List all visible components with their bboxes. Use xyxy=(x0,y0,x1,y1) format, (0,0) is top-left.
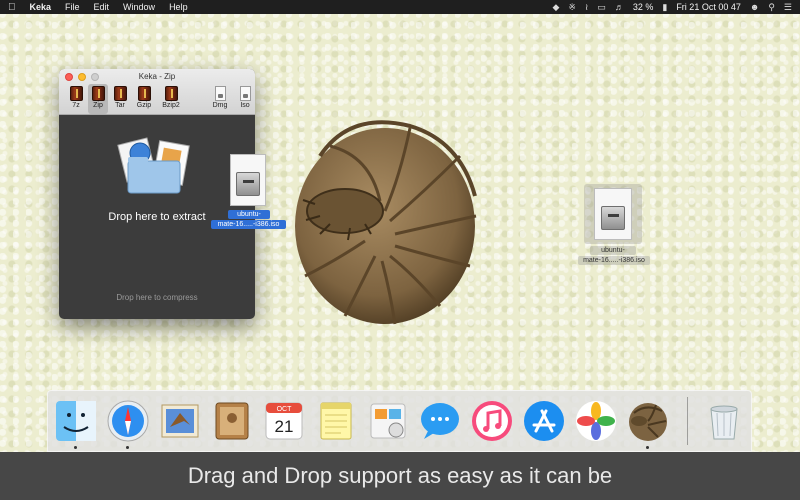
disk-image-icon xyxy=(239,86,251,101)
format-zip-button[interactable]: Zip xyxy=(88,84,108,114)
finder-icon xyxy=(56,401,96,441)
photos-icon xyxy=(576,401,616,441)
dock-app-store[interactable] xyxy=(522,399,566,443)
archive-box-icon xyxy=(69,86,83,101)
dock-safari[interactable] xyxy=(106,399,150,449)
format-toolbar: 7z Zip Tar Gzip Bzip2 Dmg Iso xyxy=(64,84,251,114)
trash-icon xyxy=(710,405,738,440)
archive-box-icon xyxy=(137,86,151,101)
dock-itunes[interactable] xyxy=(470,399,514,443)
dropbox-icon[interactable]: ◆ xyxy=(552,2,559,13)
mail-icon xyxy=(161,404,199,438)
menu-keka[interactable]: Keka xyxy=(30,2,52,12)
dock-trash[interactable] xyxy=(702,399,746,443)
format-iso-button[interactable]: Iso xyxy=(235,84,255,114)
running-indicator xyxy=(74,446,77,449)
dock-separator xyxy=(687,397,688,445)
keka-mascot-icon xyxy=(295,120,477,325)
notification-center-icon[interactable]: ☰ xyxy=(784,2,792,13)
format-tar-button[interactable]: Tar xyxy=(110,84,130,114)
dock-reminders[interactable] xyxy=(366,399,410,443)
menu-edit[interactable]: Edit xyxy=(94,2,110,12)
messages-icon xyxy=(421,403,459,439)
calendar-icon: OCT 21 xyxy=(265,402,303,440)
archive-box-icon xyxy=(91,86,105,101)
desktop-iso-file[interactable]: ubuntu- mate-16.....-i386.iso xyxy=(578,182,650,266)
format-7z-button[interactable]: 7z xyxy=(66,84,86,114)
battery-percent: 32 % xyxy=(632,2,654,12)
running-indicator xyxy=(646,446,649,449)
wifi-icon[interactable]: ≀ xyxy=(585,2,588,13)
bluetooth-icon[interactable]: ※ xyxy=(568,2,576,13)
caption-banner: Drag and Drop support as easy as it can … xyxy=(0,452,800,500)
menu-window[interactable]: Window xyxy=(123,2,155,12)
desktop-file-label-line1: ubuntu- xyxy=(590,246,636,255)
calendar-day: 21 xyxy=(275,417,294,436)
disk-image-icon xyxy=(601,206,625,230)
dragged-file-label-line2: mate-16.....-i386.iso xyxy=(211,220,286,229)
window-title: Keka - Zip xyxy=(138,72,176,81)
notes-icon xyxy=(320,402,352,440)
desktop-file-label-line2: mate-16.....-i386.iso xyxy=(578,256,650,265)
apple-menu-icon[interactable]:  xyxy=(8,2,16,13)
archive-box-icon xyxy=(113,86,127,101)
format-gzip-button[interactable]: Gzip xyxy=(134,84,154,114)
menu-file[interactable]: File xyxy=(65,2,80,12)
volume-icon[interactable]: ♬ xyxy=(615,2,624,12)
running-indicator xyxy=(126,446,129,449)
menu-bar:  Keka File Edit Window Help ◆ ※ ≀ ▭ ♬ 3… xyxy=(0,0,800,14)
safari-icon xyxy=(107,400,149,442)
dock: OCT 21 xyxy=(47,390,752,452)
menu-help[interactable]: Help xyxy=(169,2,188,12)
compress-drop-zone[interactable]: Drop here to compress xyxy=(59,293,255,302)
dock-mail[interactable] xyxy=(158,399,202,443)
disk-image-icon xyxy=(236,172,260,196)
contacts-icon xyxy=(215,402,249,440)
reminders-icon xyxy=(370,403,406,439)
dock-calendar[interactable]: OCT 21 xyxy=(262,399,306,443)
format-dmg-button[interactable]: Dmg xyxy=(210,84,230,114)
dock-keka[interactable] xyxy=(626,399,670,449)
dock-messages[interactable] xyxy=(418,399,462,443)
clock[interactable]: Fri 21 Oct 00 47 xyxy=(676,2,741,12)
disk-image-icon xyxy=(214,86,226,101)
dragged-file-label-line1: ubuntu- xyxy=(228,210,270,219)
dock-notes[interactable] xyxy=(314,399,358,443)
dragged-iso-file[interactable]: ubuntu- mate-16.....-i386.iso xyxy=(211,154,288,232)
extract-files-icon xyxy=(117,137,190,194)
window-titlebar[interactable]: Keka - Zip 7z Zip Tar Gzip Bzip2 Dmg Iso xyxy=(59,69,255,115)
airplay-icon[interactable]: ▭ xyxy=(597,2,606,13)
battery-icon[interactable]: ▮ xyxy=(662,2,667,13)
itunes-icon xyxy=(472,401,512,441)
archive-box-icon xyxy=(164,86,178,101)
spotlight-search-icon[interactable]: ⚲ xyxy=(768,2,775,13)
app-store-icon xyxy=(524,401,564,441)
dock-finder[interactable] xyxy=(54,399,98,449)
format-bzip2-button[interactable]: Bzip2 xyxy=(159,84,183,114)
dock-contacts[interactable] xyxy=(210,399,254,443)
keka-icon xyxy=(629,403,667,441)
user-icon[interactable]: ☻ xyxy=(750,2,759,12)
calendar-month: OCT xyxy=(277,406,293,413)
dock-photos[interactable] xyxy=(574,399,618,443)
